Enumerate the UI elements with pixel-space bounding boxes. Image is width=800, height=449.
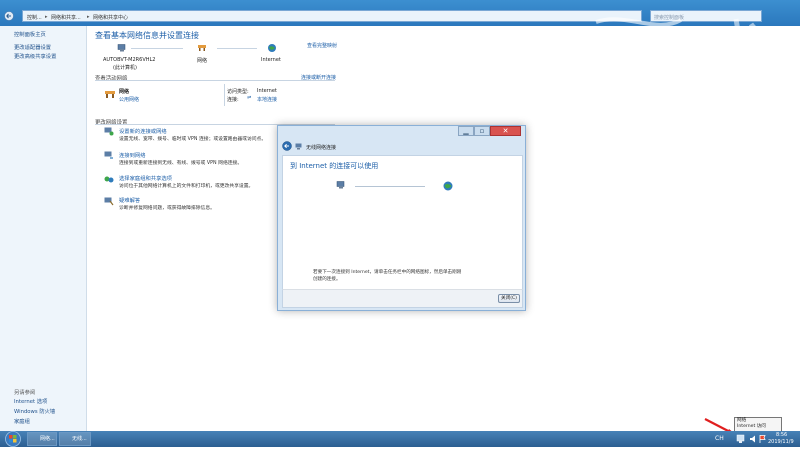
close-button[interactable]: 关闭(C) xyxy=(498,294,520,303)
computer-icon xyxy=(117,44,127,52)
breadcrumb-item[interactable]: 控制... xyxy=(27,14,42,21)
see-also-header: 另请参阅 xyxy=(14,390,36,396)
task-homegroup-sharing[interactable]: 选择家庭组和共享选项 xyxy=(119,174,172,182)
breadcrumb-item[interactable]: 网络和共享中心 xyxy=(93,14,128,21)
column-divider xyxy=(224,84,225,106)
window-title-bar: 控制... ▸ 网络和共享... ▸ 网络和共享中心 搜索控制面板 xyxy=(0,0,800,50)
breadcrumb-separator: ▸ xyxy=(45,14,48,20)
clock-time[interactable]: 8:56 xyxy=(776,432,787,438)
view-full-map-link[interactable]: 查看完整映射 xyxy=(307,42,337,49)
left-navigation-pane: 控制面板主页 更改适配器设置 更改高级共享设置 另请参阅 Internet 选项… xyxy=(0,26,87,431)
tooltip-line: Internet 访问 xyxy=(737,424,766,429)
homegroup-icon xyxy=(104,175,114,184)
map-link-line xyxy=(131,48,183,49)
computer-icon xyxy=(336,181,346,189)
address-bar[interactable]: 控制... ▸ 网络和共享... ▸ 网络和共享中心 xyxy=(22,10,642,22)
task-label: 无线... xyxy=(72,436,87,442)
globe-icon xyxy=(443,181,453,191)
nav-advanced-sharing-settings[interactable]: 更改高级共享设置 xyxy=(14,52,56,60)
windows-logo-icon[interactable] xyxy=(2,431,24,447)
dialog-title: 无线网络连接 xyxy=(306,145,337,151)
task-troubleshoot[interactable]: 疑难解答 xyxy=(119,196,140,204)
connect-network-icon xyxy=(104,151,114,160)
taskbar: 网络... 无线... CH 8:56 2019/11/9 xyxy=(0,431,800,447)
section-divider xyxy=(95,80,335,81)
minimize-button[interactable]: ▁ xyxy=(458,126,474,136)
dialog-content: 到 Internet 的连接可以使用 若要下一次连接到 Internet，请单击… xyxy=(282,155,523,291)
map-internet-label: Internet xyxy=(261,57,281,63)
close-window-button[interactable]: ✕ xyxy=(490,126,521,136)
map-link-line xyxy=(217,48,257,49)
volume-icon[interactable] xyxy=(749,434,757,444)
taskbar-wireless-window[interactable]: 无线... xyxy=(59,432,91,446)
map-computer-subtitle: (此计算机) xyxy=(113,65,137,71)
connection-line xyxy=(355,186,425,187)
see-also-windows-firewall[interactable]: Windows 防火墙 xyxy=(14,407,55,415)
network-icon xyxy=(295,143,303,150)
map-network-label: 网络 xyxy=(197,58,208,64)
local-connection-link[interactable]: 本地连接 xyxy=(257,96,277,103)
start-button[interactable] xyxy=(2,431,24,447)
task-description: 连接到或重新连接到无线、有线、拨号或 VPN 网络连接。 xyxy=(119,161,243,166)
back-arrow-icon[interactable] xyxy=(282,141,292,151)
breadcrumb-separator: ▸ xyxy=(87,14,90,20)
troubleshoot-icon xyxy=(104,197,114,206)
connection-signal-icon: ⇌ xyxy=(247,95,252,101)
map-computer-name: AUTOBVT-M2R6VHL2 xyxy=(103,57,156,63)
back-forward-buttons[interactable] xyxy=(4,11,16,21)
task-label: 网络... xyxy=(40,436,55,442)
nav-control-panel-home[interactable]: 控制面板主页 xyxy=(14,30,46,38)
back-icon[interactable] xyxy=(4,11,16,21)
task-connect-to-network[interactable]: 连接到网络 xyxy=(119,151,146,159)
new-connection-icon xyxy=(104,127,114,136)
language-indicator[interactable]: CH xyxy=(715,435,724,442)
network-bench-icon xyxy=(104,89,116,99)
clock-date[interactable]: 2019/11/9 xyxy=(768,439,794,445)
network-bench-icon xyxy=(197,44,207,52)
see-also-homegroup[interactable]: 家庭组 xyxy=(14,417,30,425)
connections-label: 连接: xyxy=(227,97,239,103)
dialog-message: 若要下一次连接到 Internet，请单击任务栏中的网络图标，然后单击刚刚创建的… xyxy=(313,270,462,282)
dialog-heading: 到 Internet 的连接可以使用 xyxy=(290,162,379,170)
network-tray-icon[interactable] xyxy=(736,434,746,444)
taskbar-network-window[interactable]: 网络... xyxy=(27,432,57,446)
maximize-button[interactable]: ▫ xyxy=(474,126,490,136)
active-network-name: 网络 xyxy=(119,89,130,95)
dialog-footer: 关闭(C) xyxy=(282,289,523,308)
page-title: 查看基本网络信息并设置连接 xyxy=(95,31,199,40)
globe-icon xyxy=(267,43,277,53)
task-description: 访问位于其他网络计算机上的文件和打印机，或更改共享设置。 xyxy=(119,184,254,189)
task-setup-new-connection[interactable]: 设置新的连接或网络 xyxy=(119,127,167,135)
nav-change-adapter-settings[interactable]: 更改适配器设置 xyxy=(14,43,51,51)
task-description: 设置无线、宽带、拨号、临时或 VPN 连接；或设置路由器或访问点。 xyxy=(119,137,267,142)
network-type-link[interactable]: 公用网络 xyxy=(119,96,139,103)
breadcrumb-item[interactable]: 网络和共享... xyxy=(51,14,81,21)
access-type-label: 访问类型: xyxy=(227,89,249,95)
task-description: 诊断并修复网络问题，或获得故障排除信息。 xyxy=(119,206,215,211)
access-type-value: Internet xyxy=(257,88,277,94)
flag-icon[interactable] xyxy=(759,434,767,444)
see-also-internet-options[interactable]: Internet 选项 xyxy=(14,397,47,405)
wireless-connection-dialog: ▁ ▫ ✕ 无线网络连接 到 Internet 的连接可以使用 若要下一次连接到… xyxy=(277,125,526,311)
